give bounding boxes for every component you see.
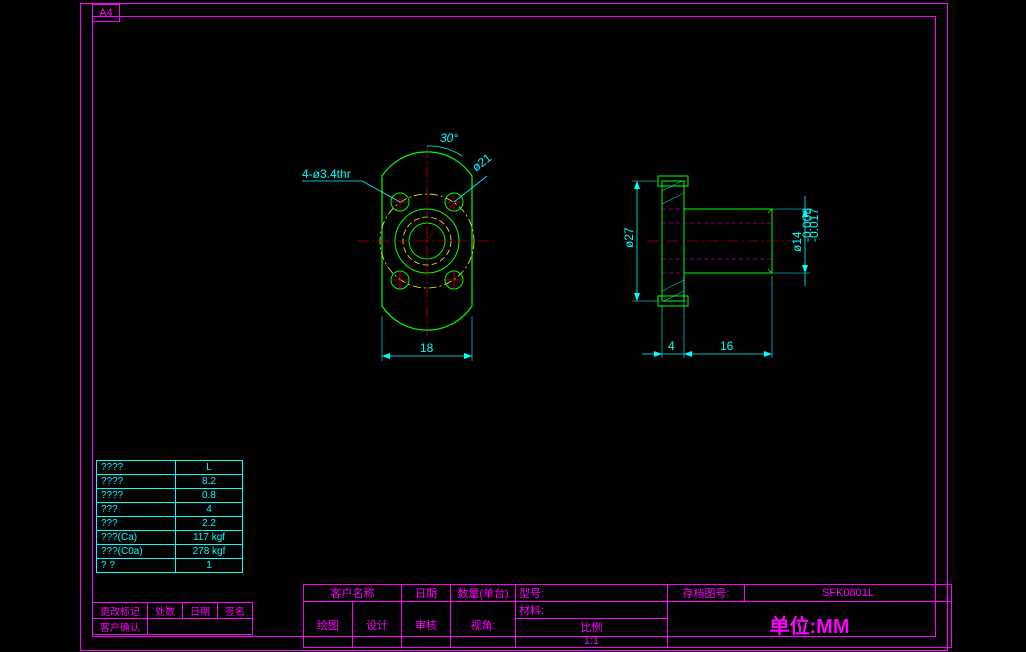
dim-hole-callout: 4-ø3.4thr	[302, 167, 351, 181]
material-label: 材料:	[516, 602, 668, 619]
model-label: 型号:	[516, 585, 668, 602]
dim-width: 18	[420, 341, 434, 355]
qty-label: 数量(单台)	[451, 585, 516, 602]
archive-value: SFK0801L	[745, 585, 952, 602]
archive-label: 存档图号:	[668, 585, 745, 602]
scale-label: 比例	[581, 622, 603, 634]
dim-outer-dia: ø27	[622, 227, 636, 248]
dim-angle: 30°	[440, 131, 458, 145]
customer-label: 客户名称	[304, 585, 402, 602]
design-label: 设计	[353, 602, 402, 648]
view-label: 视角:	[451, 602, 516, 648]
draw-label: 绘图	[304, 602, 353, 648]
revision-table: 更改标记 处数 日期 签名 客户确认	[92, 602, 253, 635]
front-view: 4-ø3.4thr 30° ø21 18	[302, 131, 497, 361]
date-label: 日期	[402, 585, 451, 602]
dim-flange-thk: 4	[668, 339, 675, 353]
unit-label: 单位:MM	[668, 602, 952, 648]
scale-value: 1:1	[584, 635, 599, 647]
parameter-table: ????L ????8.2 ????0.8 ???4 ???2.2 ???(Ca…	[96, 460, 243, 573]
side-view: ø27 ø14 -0.006 -0.017 4 16	[622, 176, 821, 358]
dim-bolt-circle: ø21	[469, 150, 494, 174]
check-label: 审核	[402, 602, 451, 648]
title-block: 客户名称 日期 数量(单台) 型号: 存档图号: SFK0801L 绘图 设计 …	[303, 584, 952, 648]
dim-tol-lower: -0.017	[807, 208, 821, 242]
dim-shaft-len: 16	[720, 339, 734, 353]
